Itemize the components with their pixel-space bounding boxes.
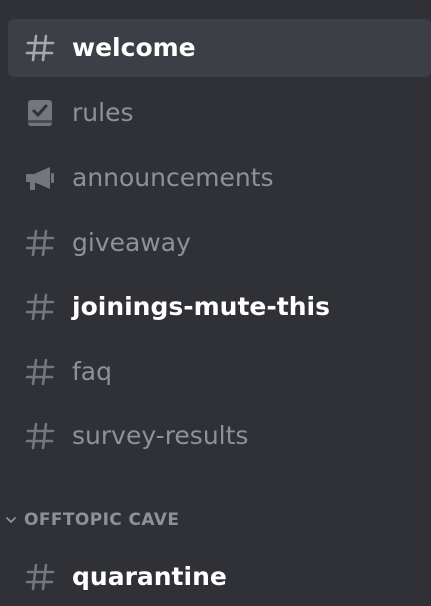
channel-label: quarantine — [72, 562, 227, 591]
channel-list: welcome rules announcements giveaway joi… — [0, 0, 431, 600]
channel-rules[interactable]: rules — [8, 84, 431, 142]
channel-label: rules — [72, 98, 134, 127]
channel-label: announcements — [72, 163, 274, 192]
hash-icon — [20, 287, 60, 327]
channel-label: faq — [72, 357, 112, 386]
channel-label: survey-results — [72, 421, 249, 450]
megaphone-icon — [20, 158, 60, 198]
hash-icon — [20, 223, 60, 263]
channel-faq[interactable]: faq — [8, 343, 431, 401]
channel-label: giveaway — [72, 228, 191, 257]
channel-joinings-mute-this[interactable]: joinings-mute-this — [8, 278, 431, 336]
channel-giveaway[interactable]: giveaway — [8, 214, 431, 272]
channel-announcements[interactable]: announcements — [8, 149, 431, 207]
channel-survey-results[interactable]: survey-results — [8, 407, 431, 465]
hash-icon — [20, 352, 60, 392]
hash-icon — [20, 557, 60, 597]
rules-icon — [20, 93, 60, 133]
hash-icon — [20, 28, 60, 68]
chevron-down-icon — [2, 511, 20, 529]
category-label: OFFTOPIC CAVE — [24, 510, 180, 530]
category-offtopic-cave[interactable]: OFFTOPIC CAVE — [0, 505, 179, 535]
channel-label: joinings-mute-this — [72, 292, 330, 321]
channel-label: welcome — [72, 33, 196, 62]
channel-quarantine[interactable]: quarantine — [8, 548, 431, 606]
channel-welcome[interactable]: welcome — [8, 19, 431, 77]
hash-icon — [20, 416, 60, 456]
